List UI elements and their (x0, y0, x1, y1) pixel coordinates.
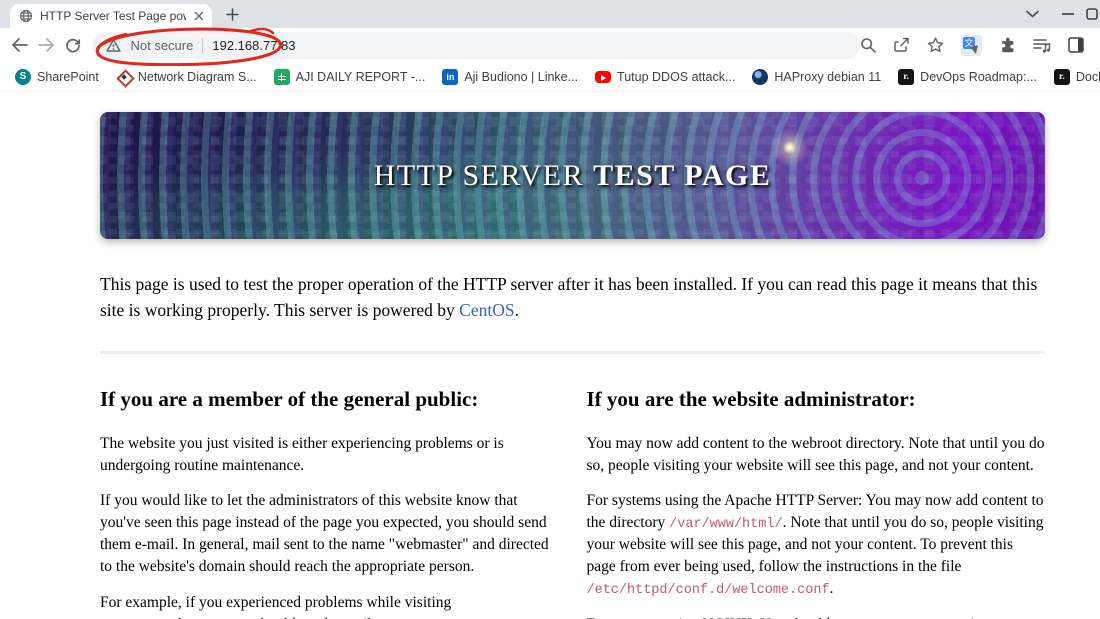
address-bar[interactable]: Not secure 192.168.77.83 (92, 31, 861, 59)
sharepoint-icon: S (15, 68, 31, 85)
public-heading: If you are a member of the general publi… (100, 386, 479, 411)
apache-docroot-path: /var/www/html/ (669, 517, 783, 533)
linkedin-icon: in (442, 68, 459, 85)
network-diagram-icon (116, 69, 132, 85)
horizontal-rule (100, 350, 1045, 354)
bookmark-sharepoint[interactable]: S SharePoint (8, 65, 109, 89)
admin-paragraph-nginx: For systems using NGINX: You should now … (587, 614, 1046, 619)
omnibox-divider (202, 37, 204, 53)
page-content: HTTP SERVER TEST PAGE This page is used … (0, 112, 1100, 619)
admin-paragraph-apache: For systems using the Apache HTTP Server… (586, 492, 1044, 599)
bookmark-youtube[interactable]: Tutup DDOS attack... (588, 65, 745, 89)
public-column: If you are a member of the general publi… (100, 387, 559, 619)
bookmarks-bar: S SharePoint Network Diagram S... AJI DA… (0, 62, 1100, 92)
admin-column: If you are the website administrator: Yo… (587, 387, 1046, 619)
bookmark-haproxy[interactable]: HAProxy debian 11 (745, 65, 891, 89)
public-paragraph-3: For example, if you experienced problems… (100, 593, 452, 619)
new-tab-button[interactable] (220, 2, 244, 26)
reload-button[interactable] (60, 31, 87, 59)
side-panel-icon[interactable] (1068, 37, 1084, 53)
tab-close-icon[interactable] (193, 10, 205, 22)
roadmap-icon: r. (1053, 68, 1070, 85)
share-icon[interactable] (893, 37, 910, 53)
search-icon[interactable] (860, 37, 876, 53)
bookmark-linkedin[interactable]: in Aji Budiono | Linke... (435, 65, 588, 89)
page-title: HTTP SERVER TEST PAGE (373, 158, 772, 192)
youtube-icon (595, 70, 612, 83)
bookmark-star-icon[interactable] (927, 37, 944, 53)
intro-paragraph: This page is used to test the proper ope… (100, 274, 1038, 320)
url-text[interactable]: 192.168.77.83 (212, 38, 295, 53)
media-playlist-icon[interactable] (1033, 38, 1051, 53)
back-button[interactable] (6, 31, 33, 59)
browser-tab[interactable]: HTTP Server Test Page powered (10, 4, 212, 28)
centos-link[interactable]: CentOS (459, 300, 514, 320)
svg-text:文: 文 (965, 37, 974, 48)
bookmark-aji-daily-report[interactable]: AJI DAILY REPORT -... (267, 65, 436, 89)
tab-title: HTTP Server Test Page powered (40, 9, 186, 23)
tab-search-chevron-icon[interactable] (1014, 0, 1050, 28)
globe-favicon-icon (19, 9, 33, 23)
bookmark-network-diagram[interactable]: Network Diagram S... (109, 65, 267, 89)
toolbar: Not secure 192.168.77.83 文 (0, 28, 1100, 62)
admin-heading: If you are the website administrator: (586, 386, 916, 411)
titlebar: HTTP Server Test Page powered (0, 0, 1100, 28)
security-label[interactable]: Not secure (130, 38, 193, 53)
minimize-button[interactable] (1050, 0, 1086, 28)
banner-image: HTTP SERVER TEST PAGE (100, 112, 1045, 239)
public-paragraph-1: The website you just visited is either e… (100, 434, 504, 474)
maximize-button[interactable] (1086, 0, 1100, 28)
bookmark-docker-roadmap[interactable]: r. Docker Roadmap -... (1047, 65, 1100, 89)
google-sheets-icon (273, 68, 290, 85)
admin-paragraph-webroot: You may now add content to the webroot d… (586, 434, 1045, 474)
forward-button[interactable] (33, 31, 60, 59)
public-paragraph-2: If you would like to let the administrat… (100, 492, 549, 575)
welcome-conf-path: /etc/httpd/conf.d/welcome.conf (586, 583, 830, 599)
not-secure-warning-icon[interactable] (106, 38, 122, 52)
roadmap-icon: r. (898, 68, 915, 85)
bookmark-devops-roadmap[interactable]: r. DevOps Roadmap:... (891, 65, 1047, 89)
extensions-puzzle-icon[interactable] (999, 37, 1016, 54)
translate-icon[interactable]: 文 (961, 34, 983, 56)
haproxy-icon (752, 68, 769, 85)
